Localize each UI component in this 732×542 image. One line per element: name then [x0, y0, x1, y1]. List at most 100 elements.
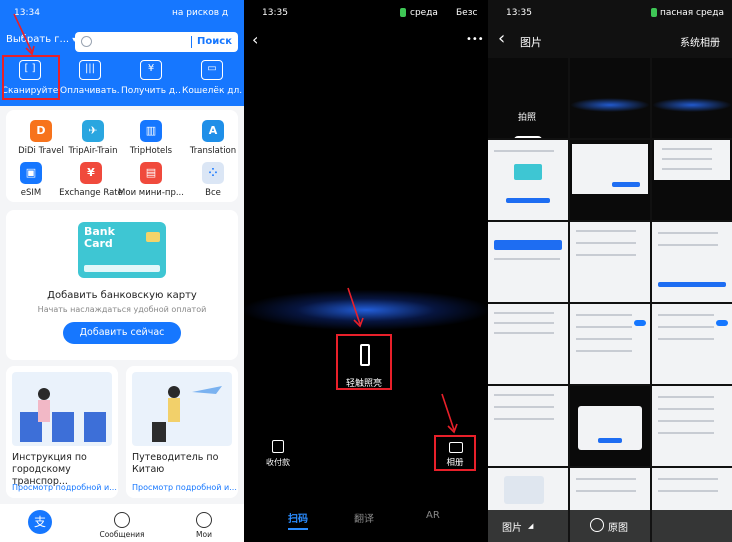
receive-button[interactable]: ¥ Получить д...: [121, 60, 181, 96]
photo-thumbnail[interactable]: [570, 222, 650, 302]
original-toggle-icon[interactable]: [590, 518, 604, 532]
pay-code-button[interactable]: 收付款: [264, 440, 292, 468]
pay-button[interactable]: ||| Оплачивать...: [60, 60, 120, 96]
camera-icon: [514, 136, 542, 138]
active-tab-indicator: [288, 528, 308, 530]
more-icon[interactable]: •••: [466, 34, 484, 45]
search-bar[interactable]: Поиск: [75, 32, 238, 52]
tab-mine-label: Мои: [196, 530, 212, 539]
service-label: Мои мини-пр...: [118, 188, 184, 198]
search-icon: [81, 36, 92, 47]
alipay-home-panel: 13:34 на рисков д Выбрать г... ▾ Поиск […: [0, 0, 244, 542]
bank-card-illustration: Bank Card: [78, 222, 166, 278]
traveler-illustration: [152, 386, 222, 442]
guide-link[interactable]: Просмотр подробной и...: [132, 483, 237, 492]
take-photo-label: 拍照: [518, 113, 537, 123]
status-time: 13:35: [506, 8, 532, 18]
wallet-icon: ▭: [201, 60, 223, 80]
image-icon: [449, 442, 463, 453]
barcode-icon: |||: [79, 60, 101, 80]
photo-thumbnail[interactable]: [652, 58, 732, 138]
tab-mine[interactable]: Мои: [174, 512, 234, 539]
search-divider: [191, 36, 192, 48]
service-label: TripAir-Train: [68, 146, 118, 156]
add-now-button[interactable]: Добавить сейчас: [63, 322, 181, 344]
service-label: Все: [205, 188, 221, 198]
album-dropdown[interactable]: 图片: [502, 519, 522, 534]
shield-icon: [400, 8, 406, 17]
person-icon: [196, 512, 212, 528]
guide-card-transport[interactable]: Инструкция по городскому транспор... Про…: [6, 366, 118, 498]
shield-icon: [651, 8, 657, 17]
wallet-button[interactable]: ▭ Кошелёк дл...: [182, 60, 242, 96]
service-label: Exchange Rate: [59, 188, 123, 198]
photo-thumbnail[interactable]: [570, 58, 650, 138]
flashlight-button[interactable]: 轻触照亮: [336, 334, 392, 390]
guide-link[interactable]: Просмотр подробной и...: [12, 483, 117, 492]
tab-ar[interactable]: AR: [426, 510, 440, 521]
photo-thumbnail[interactable]: [652, 222, 732, 302]
wallet-label: Кошелёк дл...: [182, 86, 242, 96]
scan-highlight-box: [2, 55, 60, 100]
flashlight-icon: [360, 344, 370, 366]
tab-messages[interactable]: Сообщения: [92, 512, 152, 539]
grid-icon: ⁘: [202, 162, 224, 184]
album-arrow: [441, 393, 458, 434]
service-translation[interactable]: A Translation: [178, 120, 244, 156]
photo-thumbnail[interactable]: [488, 304, 568, 384]
status-right: пасная среда: [660, 8, 724, 18]
photo-thumbnail[interactable]: [652, 304, 732, 384]
photo-thumbnail[interactable]: [652, 386, 732, 466]
photo-thumbnail[interactable]: [488, 140, 568, 220]
scan-arrow: [13, 13, 35, 56]
status-time: 13:35: [262, 8, 288, 18]
didi-icon: D: [30, 120, 52, 142]
plane-icon: ✈: [82, 120, 104, 142]
sim-icon: ▣: [20, 162, 42, 184]
service-all[interactable]: ⁘ Все: [178, 162, 244, 198]
take-photo-cell[interactable]: 拍照: [488, 58, 568, 138]
china-guide-illustration: [132, 372, 232, 446]
alipay-home-icon[interactable]: 支: [28, 510, 52, 534]
album-label: 相册: [446, 458, 464, 468]
tab-scan[interactable]: 扫码: [288, 510, 308, 525]
card-network-logos: [84, 265, 160, 272]
transport-illustration: [12, 372, 112, 446]
flashlight-label: 轻触照亮: [345, 379, 382, 389]
photo-thumbnail[interactable]: [570, 140, 650, 220]
back-icon[interactable]: ‹: [252, 30, 258, 49]
services-card: D DiDi Travel ✈ TripAir-Train ▥ TripHote…: [6, 110, 238, 202]
system-album-button[interactable]: 系统相册: [680, 34, 720, 49]
pay-code-label: 收付款: [266, 458, 290, 467]
status-right: на рисков д: [172, 8, 229, 18]
mini-programs-icon: ▤: [140, 162, 162, 184]
guide-title: Путеводитель по Китаю: [132, 452, 219, 475]
service-triphotels[interactable]: ▥ TripHotels: [116, 120, 186, 156]
chevron-down-icon: ◢: [528, 522, 534, 530]
photo-thumbnail[interactable]: [488, 222, 568, 302]
pay-label: Оплачивать...: [60, 86, 120, 96]
album-title: 图片: [520, 36, 542, 49]
original-image-label: 原图: [608, 523, 628, 534]
bank-subtitle: Начать наслаждаться удобной оплатой: [37, 305, 207, 314]
tab-translate[interactable]: 翻译: [354, 510, 374, 525]
tab-messages-label: Сообщения: [99, 530, 145, 539]
photo-thumbnail[interactable]: [570, 386, 650, 466]
photo-thumbnail[interactable]: [488, 386, 568, 466]
chat-bubble-icon: [114, 512, 130, 528]
back-icon[interactable]: ‹: [498, 28, 505, 49]
bank-title: Добавить банковскую карту: [47, 290, 197, 301]
metro-gate-illustration: [20, 388, 106, 442]
scanner-panel: 13:35 среда Безс ‹ ••• 轻触照亮 收付款 相册 扫码 翻译…: [244, 0, 488, 542]
yuan-icon: ¥: [140, 60, 162, 80]
status-right: Безс: [456, 8, 478, 18]
album-picker-panel: 13:35 пасная среда ‹ 图片 系统相册 拍照 图片 ◢ 原图: [488, 0, 732, 542]
photo-thumbnail[interactable]: [652, 140, 732, 220]
guide-card-china[interactable]: Путеводитель по Китаю Просмотр подробной…: [126, 366, 238, 498]
service-mini-programs[interactable]: ▤ Мои мини-пр...: [116, 162, 186, 198]
scan-glow: [244, 290, 488, 330]
search-button[interactable]: Поиск: [197, 36, 232, 47]
service-label: eSIM: [20, 188, 42, 198]
photo-thumbnail[interactable]: [570, 304, 650, 384]
album-button[interactable]: 相册: [434, 435, 476, 471]
